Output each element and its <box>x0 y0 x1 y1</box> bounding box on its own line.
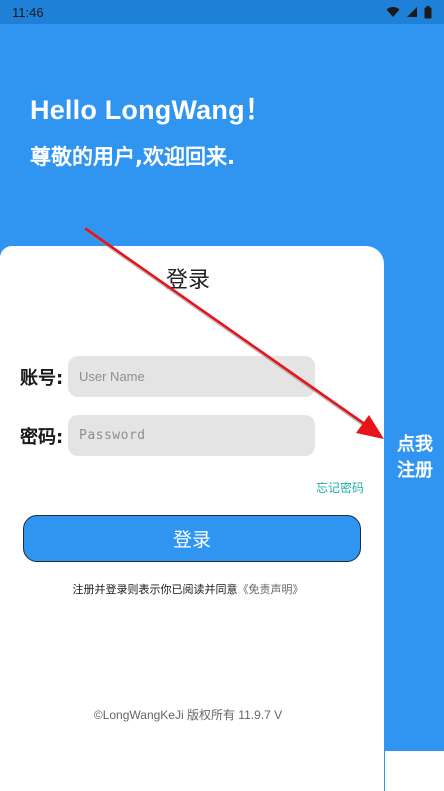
forgot-password-link[interactable]: 忘记密码 <box>316 479 364 496</box>
register-tab-bottom-fill <box>385 751 444 791</box>
header: Hello LongWang！ 尊敬的用户,欢迎回来. <box>30 88 272 171</box>
battery-icon <box>424 5 432 18</box>
password-input[interactable] <box>68 415 315 456</box>
agreement-prefix: 注册并登录则表示你已阅读并同意 <box>72 583 238 596</box>
status-bar: 11:46 <box>0 0 444 24</box>
signal-icon <box>407 7 417 17</box>
status-time: 11:46 <box>12 4 44 20</box>
password-label: 密码: <box>20 426 64 448</box>
username-input[interactable] <box>68 356 315 397</box>
login-button[interactable]: 登录 <box>23 515 361 562</box>
register-tab[interactable]: 点我注册 <box>385 246 444 751</box>
welcome-subtitle: 尊敬的用户,欢迎回来. <box>30 145 235 169</box>
password-row: 密码: <box>20 415 315 456</box>
status-icons <box>386 5 432 19</box>
copyright-text: ©LongWangKeJi 版权所有 11.9.7 V <box>93 708 283 722</box>
account-row: 账号: <box>20 356 315 397</box>
register-label: 点我注册 <box>397 434 433 481</box>
disclaimer-link[interactable]: 《免责声明》 <box>238 583 304 596</box>
wifi-icon <box>386 7 400 17</box>
account-label: 账号: <box>20 367 64 389</box>
login-title: 登录 <box>165 268 210 293</box>
greeting-title: Hello LongWang！ <box>30 95 272 125</box>
agreement-text: 注册并登录则表示你已阅读并同意《免责声明》 <box>0 581 376 597</box>
login-card: 登录 账号: 密码: 忘记密码 登录 注册并登录则表示你已阅读并同意《免责声明》… <box>0 246 384 791</box>
